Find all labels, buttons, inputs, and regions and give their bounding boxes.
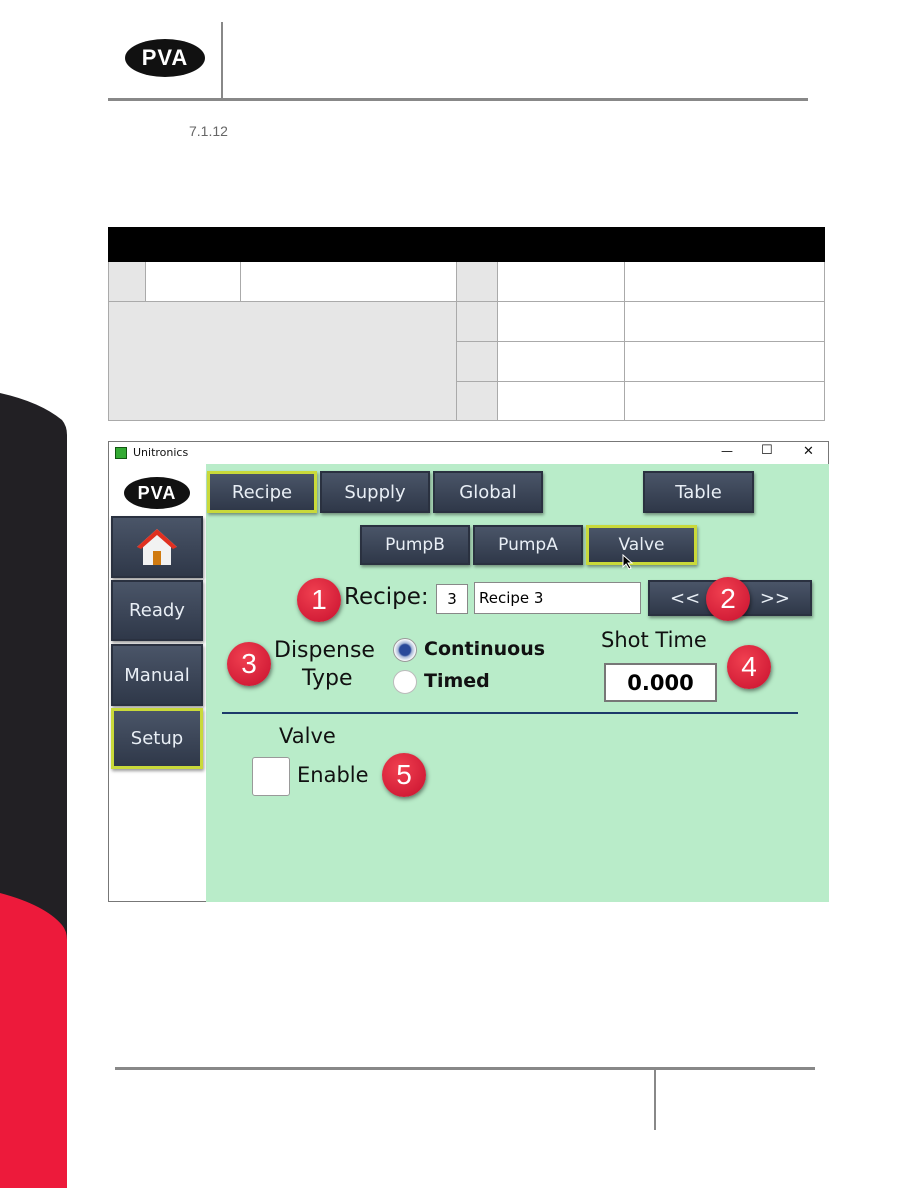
- enable-label: Enable: [297, 763, 369, 787]
- header-rule: [108, 98, 808, 101]
- callout-badge-3: 3: [227, 642, 271, 686]
- timed-radio[interactable]: [393, 670, 417, 694]
- tab-supply[interactable]: Supply: [320, 471, 430, 513]
- pva-logo: PVA: [124, 477, 190, 509]
- close-button[interactable]: ✕: [803, 444, 814, 459]
- tab-recipe[interactable]: Recipe: [207, 471, 317, 513]
- continuous-label: Continuous: [424, 638, 546, 660]
- next-recipe-button[interactable]: >>: [760, 588, 790, 609]
- subtab-valve[interactable]: Valve: [586, 525, 697, 565]
- type-label: Type: [302, 666, 353, 691]
- prev-recipe-button[interactable]: <<: [670, 588, 700, 609]
- footer-rule: [115, 1067, 815, 1070]
- subtab-pumpb[interactable]: PumpB: [360, 525, 470, 565]
- dispense-label: Dispense: [274, 638, 375, 663]
- header-divider: [221, 22, 223, 100]
- cursor-icon: [622, 554, 634, 570]
- subtab-pumpa[interactable]: PumpA: [473, 525, 583, 565]
- tab-table[interactable]: Table: [643, 471, 754, 513]
- sidebar-home-button[interactable]: [111, 516, 203, 578]
- callout-badge-4: 4: [727, 645, 771, 689]
- app-icon: [115, 447, 127, 459]
- pva-logo: PVA: [125, 39, 205, 77]
- shot-time-label: Shot Time: [601, 628, 707, 652]
- continuous-radio[interactable]: [393, 638, 417, 662]
- footer-divider: [654, 1068, 656, 1130]
- valve-enable-checkbox[interactable]: [252, 757, 290, 796]
- sidebar-manual-button[interactable]: Manual: [111, 644, 203, 706]
- recipe-number-input[interactable]: 3: [436, 584, 468, 614]
- reference-table: [108, 227, 825, 421]
- tab-global[interactable]: Global: [433, 471, 543, 513]
- callout-badge-5: 5: [382, 753, 426, 797]
- sidebar-ready-button[interactable]: Ready: [111, 580, 203, 641]
- window-title: Unitronics: [133, 446, 189, 459]
- side-tab-decoration: [0, 393, 67, 1188]
- table-header: [108, 227, 825, 262]
- recipe-name-input[interactable]: Recipe 3: [474, 582, 641, 614]
- maximize-button[interactable]: ☐: [761, 443, 773, 458]
- sidebar-setup-button[interactable]: Setup: [111, 708, 203, 769]
- section-number: 7.1.12: [189, 123, 228, 139]
- recipe-label: Recipe:: [344, 584, 429, 610]
- minimize-button[interactable]: —: [721, 444, 733, 458]
- callout-badge-2: 2: [706, 577, 750, 621]
- timed-label: Timed: [424, 670, 490, 692]
- section-divider: [222, 712, 798, 714]
- home-icon: [137, 529, 177, 565]
- shot-time-input[interactable]: 0.000: [604, 663, 717, 702]
- callout-badge-1: 1: [297, 578, 341, 622]
- valve-label: Valve: [279, 724, 336, 748]
